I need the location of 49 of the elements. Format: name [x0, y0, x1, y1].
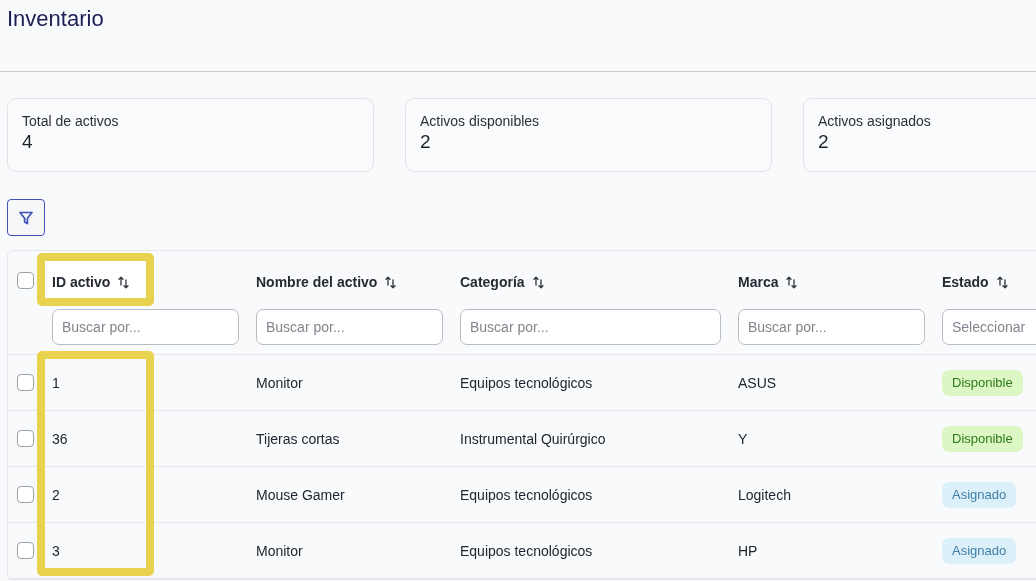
column-header[interactable]: Estado — [942, 273, 1008, 291]
table-cell-text: Mouse Gamer — [255, 485, 345, 504]
row-checkbox[interactable] — [17, 542, 34, 559]
table-cell-text: Monitor — [255, 373, 303, 392]
filter-button[interactable] — [7, 199, 45, 236]
table-cell-text: 2 — [51, 485, 60, 504]
sort-icon — [385, 275, 397, 289]
sort-icon — [786, 275, 798, 289]
table-cell-text: 36 — [51, 429, 68, 448]
filter-field[interactable]: Seleccionar — [942, 309, 1036, 345]
select-all-checkbox[interactable] — [17, 272, 34, 289]
stat-value: 2 — [420, 130, 431, 153]
status-badge: Disponible — [942, 369, 1023, 396]
table-cell-text: Monitor — [255, 541, 303, 560]
column-header[interactable]: Marca — [738, 273, 798, 291]
table-cell-text: Y — [737, 429, 748, 448]
table-cell-text: Equipos tecnológicos — [459, 373, 593, 392]
table-cell-text: HP — [737, 541, 758, 560]
filter-field[interactable]: Buscar por... — [52, 309, 239, 345]
stat-label: Activos disponibles — [420, 112, 540, 130]
row-checkbox[interactable] — [17, 374, 34, 391]
status-badge: Asignado — [942, 481, 1017, 508]
column-header[interactable]: Nombre del activo — [256, 273, 397, 291]
column-header[interactable]: ID activo — [52, 273, 130, 291]
filter-icon — [19, 210, 33, 225]
stat-label: Total de activos — [22, 112, 119, 130]
sort-icon — [532, 275, 544, 289]
stat-value: 4 — [22, 130, 33, 153]
table-cell-text: Logitech — [737, 485, 791, 504]
table-cell-text: ASUS — [737, 373, 777, 392]
table-cell-text: 3 — [51, 541, 60, 560]
filter-field[interactable]: Buscar por... — [738, 309, 925, 345]
filter-field[interactable]: Buscar por... — [256, 309, 443, 345]
column-header[interactable]: Categoría — [460, 273, 544, 291]
row-checkbox[interactable] — [17, 486, 34, 503]
sort-icon — [118, 275, 130, 289]
table-cell-text: Equipos tecnológicos — [459, 485, 593, 504]
table-cell-text: Instrumental Quirúrgico — [459, 429, 606, 448]
sort-icon — [996, 275, 1008, 289]
status-badge: Asignado — [942, 537, 1017, 564]
table-cell-text: Equipos tecnológicos — [459, 541, 593, 560]
table-cell-text: Tijeras cortas — [255, 429, 340, 448]
stat-label: Activos asignados — [818, 112, 931, 130]
filter-field[interactable]: Buscar por... — [460, 309, 721, 345]
page-title: Inventario — [7, 6, 104, 32]
stat-value: 2 — [818, 130, 829, 153]
table-cell-text: 1 — [51, 373, 60, 392]
status-badge: Disponible — [942, 425, 1023, 452]
row-checkbox[interactable] — [17, 430, 34, 447]
